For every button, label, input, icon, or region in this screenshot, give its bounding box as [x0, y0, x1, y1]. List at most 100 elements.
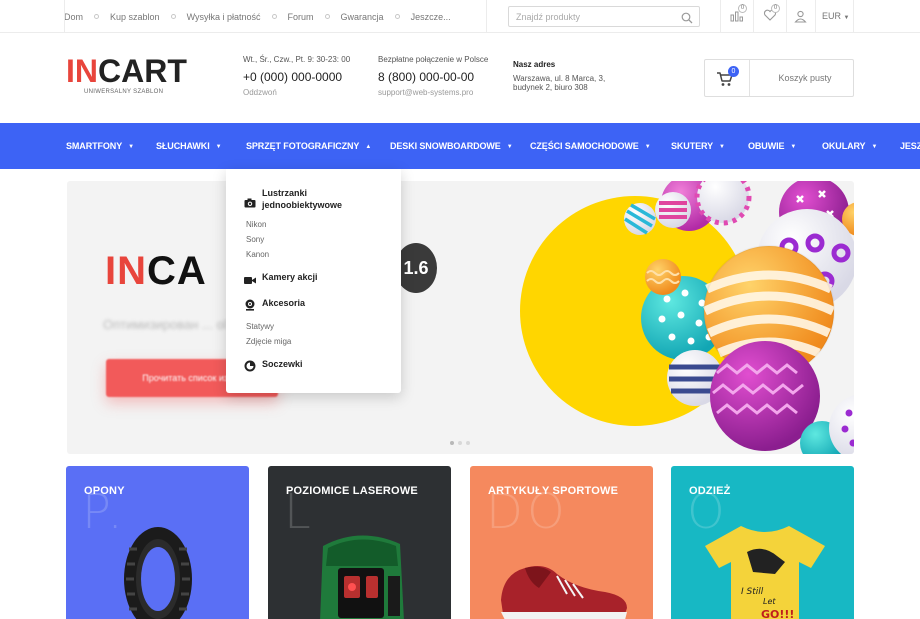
sneaker-image	[501, 566, 627, 619]
search-box	[508, 6, 700, 27]
nav-photo-equipment[interactable]: SPRZĘT FOTOGRAFICZNY ▲	[246, 123, 371, 169]
dropdown-subitem[interactable]: Zdjęcie miga	[246, 337, 291, 346]
separator-dot	[394, 14, 400, 19]
separator-dot	[170, 14, 176, 19]
top-nav: Dom Kup szablon Wysyłka i płatność Forum…	[64, 0, 451, 33]
nav-scooters[interactable]: SKUTERY ▼	[671, 123, 725, 169]
dropdown-group-title: Akcesoria	[262, 298, 306, 308]
hero-slider[interactable]: INCA 1.6 Оптимизирован ... ol Прочитать …	[67, 181, 854, 454]
address-block: Nasz adres Warszawa, ul. 8 Marca, 3, budy…	[513, 60, 605, 92]
separator-dot	[271, 14, 277, 19]
compare-icon[interactable]: 0	[730, 4, 747, 27]
nav-label: OBUWIE	[748, 141, 785, 151]
category-card-clothing[interactable]: O ODZIEŻ I Still Let GO!!!	[671, 466, 854, 619]
logo-in: IN	[66, 53, 98, 89]
nav-label: SMARTFONY	[66, 141, 123, 151]
slider-dot[interactable]	[466, 441, 470, 445]
nav-label: DESKI SNOWBOARDOWE	[390, 141, 501, 151]
dropdown-group-title: Soczewki	[262, 359, 303, 369]
dropdown-subitem[interactable]: Sony	[246, 235, 264, 244]
nav-headphones[interactable]: SŁUCHAWKI ▼	[156, 123, 222, 169]
category-card-sporting-goods[interactable]: DO ARTYKUŁY SPORTOWE	[470, 466, 653, 619]
top-nav-warranty[interactable]: Gwarancja	[341, 12, 384, 22]
divider	[815, 0, 816, 33]
cart-status: Koszyk pusty	[778, 73, 832, 83]
currency-selector[interactable]: EUR ▼	[822, 0, 849, 33]
nav-more[interactable]: JESZCZ	[900, 123, 920, 169]
search-input[interactable]	[509, 7, 669, 27]
main-nav: SMARTFONY ▼ SŁUCHAWKI ▼ SPRZĘT FOTOGRAFICZ…	[0, 123, 920, 169]
webcam-icon	[244, 298, 256, 316]
contact-hours-block: Wt., Śr., Czw., Pt. 9: 30-23: 00 +0 (000…	[243, 55, 350, 97]
category-card-tires[interactable]: P. OPONY	[66, 466, 249, 619]
nav-glasses[interactable]: OKULARY ▼	[822, 123, 877, 169]
slider-dot[interactable]	[458, 441, 462, 445]
wishlist-icon[interactable]: 0	[763, 4, 780, 27]
laser-level-image	[320, 535, 404, 619]
tshirt-image: I Still Let GO!!!	[705, 526, 825, 619]
top-bar: Dom Kup szablon Wysyłka i płatność Forum…	[0, 0, 920, 33]
divider	[64, 0, 65, 33]
dropdown-subitem[interactable]: Nikon	[246, 220, 266, 229]
compare-count: 0	[738, 4, 747, 13]
phone-number[interactable]: +0 (000) 000-0000	[243, 70, 350, 84]
chevron-down-icon: ▼	[790, 144, 797, 150]
search-icon[interactable]	[681, 11, 693, 29]
chevron-up-icon: ▲	[365, 144, 372, 150]
category-card-laser-levels[interactable]: L POZIOMICE LASEROWE	[268, 466, 451, 619]
logo-cart: CART	[98, 53, 187, 89]
photo-equipment-dropdown: Lustrzanki jednoobiektywowe Nikon Sony K…	[226, 169, 401, 393]
callback-link[interactable]: Oddzwoń	[243, 88, 350, 97]
nav-label: SŁUCHAWKI	[156, 141, 210, 151]
dropdown-subitem[interactable]: Kanon	[246, 250, 269, 259]
dropdown-group-title: Kamery akcji	[262, 272, 318, 282]
chevron-down-icon: ▼	[506, 144, 513, 150]
dropdown-item-dslr[interactable]: Lustrzanki jednoobiektywowe	[244, 187, 352, 213]
category-title: ARTYKUŁY SPORTOWE	[488, 485, 619, 497]
nav-label: SPRZĘT FOTOGRAFICZNY	[246, 141, 360, 151]
dropdown-item-accessories[interactable]: Akcesoria	[244, 297, 305, 316]
user-icon[interactable]	[794, 10, 807, 28]
slider-dot[interactable]	[450, 441, 454, 445]
top-nav-shipping[interactable]: Wysyłka i płatność	[187, 12, 261, 22]
currency-label: EUR	[822, 11, 842, 21]
free-call-label: Bezpłatne połączenie w Polsce	[378, 55, 489, 64]
hero-subtitle: Оптимизирован ... ol	[103, 317, 227, 332]
top-nav-forum[interactable]: Forum	[288, 12, 314, 22]
nav-shoes[interactable]: OBUWIE ▼	[748, 123, 796, 169]
nav-label: SKUTERY	[671, 141, 713, 151]
free-phone-number[interactable]: 8 (800) 000-00-00	[378, 70, 488, 84]
dropdown-item-action-cameras[interactable]: Kamery akcji	[244, 271, 318, 290]
top-nav-home[interactable]: Dom	[64, 12, 83, 22]
top-nav-more[interactable]: Jeszcze...	[411, 12, 451, 22]
nav-label: OKULARY	[822, 141, 866, 151]
cart-button[interactable]: 0 Koszyk pusty	[704, 59, 854, 97]
category-title: POZIOMICE LASEROWE	[286, 485, 418, 497]
nav-label: CZĘŚCI SAMOCHODOWE	[530, 141, 639, 151]
nav-snowboards[interactable]: DESKI SNOWBOARDOWE ▼	[390, 123, 513, 169]
support-email[interactable]: support@web-systems.pro	[378, 88, 488, 97]
nav-smartphones[interactable]: SMARTFONY ▼	[66, 123, 134, 169]
chevron-down-icon: ▼	[871, 144, 878, 150]
chevron-down-icon: ▼	[128, 144, 134, 150]
divider	[753, 0, 754, 33]
version-badge: 1.6	[395, 243, 437, 293]
slider-pagination	[450, 441, 470, 445]
divider	[853, 0, 854, 33]
free-call-block: Bezpłatne połączenie w Polsce 8 (800) 00…	[378, 55, 488, 97]
lens-icon	[244, 359, 256, 377]
address-line: budynek 2, biuro 308	[513, 83, 588, 92]
nav-label: JESZCZ	[900, 141, 920, 151]
top-nav-buy-template[interactable]: Kup szablon	[110, 12, 160, 22]
chevron-down-icon: ▼	[215, 144, 222, 150]
chevron-down-icon: ▼	[843, 15, 850, 21]
dropdown-item-lenses[interactable]: Soczewki	[244, 358, 303, 377]
site-logo[interactable]: INCART	[66, 53, 187, 89]
address-line: Warszawa, ul. 8 Marca, 3,	[513, 74, 606, 83]
camera-icon	[244, 195, 256, 213]
video-camera-icon	[244, 272, 256, 290]
nav-car-parts[interactable]: CZĘŚCI SAMOCHODOWE ▼	[530, 123, 651, 169]
svg-text:GO!!!: GO!!!	[761, 608, 794, 619]
chevron-down-icon: ▼	[718, 144, 725, 150]
dropdown-subitem[interactable]: Statywy	[246, 322, 274, 331]
